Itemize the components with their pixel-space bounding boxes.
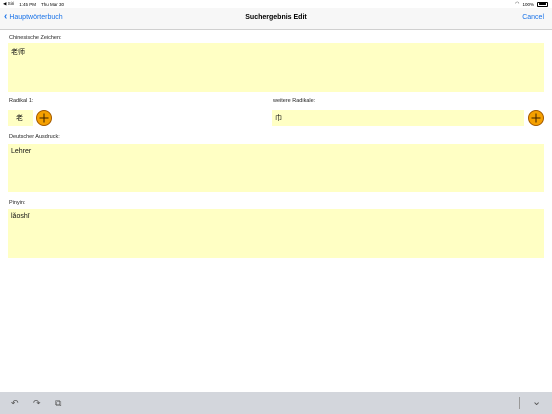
more-radicals-field[interactable]: 巾 [272, 110, 524, 126]
status-time: 1:45 PM [19, 1, 36, 7]
status-bar: ◀ Siri 1:45 PM Thu Mar 30 ◠ 100% [0, 0, 552, 8]
wifi-icon: ◠ [515, 1, 520, 7]
status-left: ◀ Siri 1:45 PM Thu Mar 30 [3, 1, 64, 7]
carrier-label: ◀ Siri [3, 1, 15, 6]
page-title: Suchergebnis Edit [245, 14, 307, 21]
status-right: ◠ 100% [515, 1, 548, 7]
chinese-field[interactable]: 老师 [8, 43, 544, 92]
undo-icon[interactable]: ↶ [11, 398, 19, 409]
status-date: Thu Mar 30 [40, 1, 64, 7]
add-radical1-button[interactable] [36, 110, 52, 126]
battery-percent: 100% [522, 1, 534, 7]
navigation-bar: ‹ Hauptwörterbuch Suchergebnis Edit Canc… [0, 8, 552, 30]
radical1-label: Radikal 1: [9, 98, 34, 104]
redo-icon[interactable]: ↷ [33, 398, 41, 409]
toolbar-divider [519, 397, 520, 409]
add-more-radicals-button[interactable] [528, 110, 544, 126]
paste-icon[interactable]: ⧉ [55, 398, 61, 409]
plus-circle-icon [39, 113, 49, 123]
battery-icon [537, 1, 548, 7]
keyboard-toolbar: ↶ ↷ ⧉ ⌄ [0, 392, 552, 414]
cancel-button[interactable]: Cancel [522, 14, 544, 21]
pinyin-field[interactable]: lǎoshī [8, 209, 544, 258]
pinyin-label: Pinyin: [9, 200, 26, 206]
more-radicals-label: weitere Radikale: [273, 98, 316, 104]
chinese-label: Chinesische Zeichen: [9, 35, 62, 41]
german-label: Deutscher Ausdruck: [9, 134, 60, 140]
german-field[interactable]: Lehrer [8, 144, 544, 192]
radical1-field[interactable]: 老 [8, 110, 33, 126]
chevron-down-icon[interactable]: ⌄ [532, 395, 541, 408]
plus-circle-icon [531, 113, 541, 123]
